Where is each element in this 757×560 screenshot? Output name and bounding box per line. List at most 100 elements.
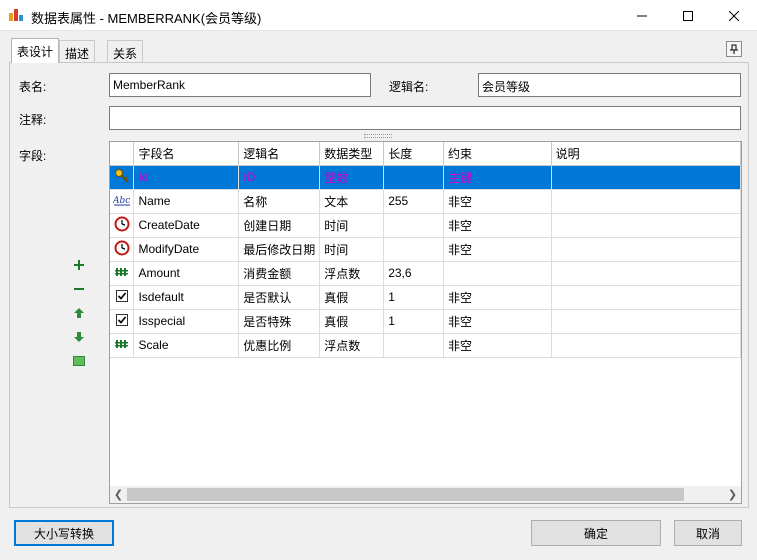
logical-name-cell[interactable]: 消费金额 (238, 261, 321, 286)
logical-name-cell[interactable]: ID (238, 165, 321, 190)
data-type-cell[interactable]: 时间 (319, 213, 385, 238)
constraint-cell[interactable] (443, 261, 552, 286)
logical-name-cell[interactable]: 是否特殊 (238, 309, 321, 334)
column-header-length[interactable]: 长度 (383, 142, 445, 166)
data-type-cell[interactable]: 时间 (319, 237, 385, 262)
app-icon (9, 9, 23, 21)
note-cell[interactable] (551, 333, 741, 358)
logical-name-cell[interactable]: 最后修改日期 (238, 237, 321, 262)
field-name-cell[interactable]: Isdefault (133, 285, 240, 310)
decimal-type-icon (114, 339, 128, 348)
tab-relations[interactable]: 关系 (107, 40, 144, 62)
field-name-cell[interactable]: Name (133, 189, 240, 214)
maximize-button[interactable] (665, 0, 711, 31)
table-row[interactable]: Isspecial 是否特殊 真假 1 非空 (110, 309, 741, 334)
tab-table-design[interactable]: 表设计 (11, 38, 60, 63)
field-name-cell[interactable]: Isspecial (133, 309, 240, 334)
constraint-cell[interactable]: 非空 (443, 333, 552, 358)
field-name-cell[interactable]: CreateDate (133, 213, 240, 238)
table-row[interactable]: Amount 消费金额 浮点数 23,6 (110, 261, 741, 286)
field-name-cell[interactable]: Scale (133, 333, 240, 358)
comment-field[interactable] (109, 106, 741, 130)
row-icon-cell (110, 285, 135, 310)
table-name-field[interactable]: MemberRank (109, 73, 371, 97)
note-cell[interactable] (551, 309, 741, 334)
logical-name-cell[interactable]: 创建日期 (238, 213, 321, 238)
constraint-cell[interactable]: 非空 (443, 237, 552, 262)
cancel-button[interactable]: 取消 (674, 520, 742, 546)
data-type-cell[interactable]: 浮点数 (319, 333, 385, 358)
horizontal-scrollbar[interactable]: ❮ ❯ (110, 486, 741, 503)
constraint-cell[interactable]: 非空 (443, 285, 552, 310)
scroll-right-icon[interactable]: ❯ (724, 486, 741, 503)
table-row[interactable]: ModifyDate 最后修改日期 时间 非空 (110, 237, 741, 262)
add-field-button[interactable] (72, 258, 86, 272)
table-row[interactable]: CreateDate 创建日期 时间 非空 (110, 213, 741, 238)
logical-name-field[interactable]: 会员等级 (478, 73, 741, 97)
close-button[interactable] (711, 0, 757, 31)
constraint-cell[interactable]: 非空 (443, 309, 552, 334)
length-cell[interactable] (383, 237, 445, 262)
table-row[interactable]: Scale 优惠比例 浮点数 非空 (110, 333, 741, 358)
table-row[interactable]: Abc Name 名称 文本 255 非空 (110, 189, 741, 214)
note-cell[interactable] (551, 285, 741, 310)
table-row[interactable]: Id ID 整数 主键 (110, 165, 741, 190)
checkbox-icon (115, 313, 128, 326)
checkbox-icon (115, 289, 128, 302)
window-title: 数据表属性 - MEMBERRANK(会员等级) (31, 11, 262, 26)
data-type-cell[interactable]: 真假 (319, 285, 385, 310)
text-type-icon: Abc (112, 196, 130, 206)
length-cell[interactable]: 1 (383, 309, 445, 334)
scrollbar-thumb[interactable] (127, 488, 684, 501)
constraint-cell[interactable]: 非空 (443, 189, 552, 214)
length-cell[interactable]: 1 (383, 285, 445, 310)
minimize-button[interactable] (619, 0, 665, 31)
field-name-cell[interactable]: ModifyDate (133, 237, 240, 262)
grid-header-row: 字段名 逻辑名 数据类型 长度 约束 说明 (110, 142, 741, 166)
case-convert-button[interactable]: 大小写转换 (14, 520, 114, 546)
column-header-note[interactable]: 说明 (551, 142, 741, 166)
length-cell[interactable] (383, 333, 445, 358)
logical-name-cell[interactable]: 名称 (238, 189, 321, 214)
column-header-logical-name[interactable]: 逻辑名 (238, 142, 321, 166)
fields-label: 字段: (19, 149, 47, 163)
data-type-cell[interactable]: 整数 (319, 165, 385, 190)
comment-label: 注释: (19, 113, 47, 127)
pin-icon (730, 44, 738, 54)
constraint-cell[interactable]: 主键 (443, 165, 552, 190)
pin-button[interactable] (726, 41, 742, 57)
note-cell[interactable] (551, 261, 741, 286)
table-row[interactable]: Isdefault 是否默认 真假 1 非空 (110, 285, 741, 310)
logical-name-cell[interactable]: 优惠比例 (238, 333, 321, 358)
data-type-cell[interactable]: 文本 (319, 189, 385, 214)
row-icon-cell: Abc (110, 189, 135, 214)
field-name-cell[interactable]: Id (133, 165, 240, 190)
splitter-handle[interactable] (364, 134, 392, 138)
ok-button[interactable]: 确定 (531, 520, 661, 546)
data-type-cell[interactable]: 浮点数 (319, 261, 385, 286)
note-cell[interactable] (551, 213, 741, 238)
length-cell[interactable]: 255 (383, 189, 445, 214)
constraint-cell[interactable]: 非空 (443, 213, 552, 238)
field-name-cell[interactable]: Amount (133, 261, 240, 286)
column-header-field-name[interactable]: 字段名 (133, 142, 240, 166)
field-options-button[interactable] (72, 354, 86, 368)
length-cell[interactable]: 23,6 (383, 261, 445, 286)
logical-name-cell[interactable]: 是否默认 (238, 285, 321, 310)
fields-grid[interactable]: 字段名 逻辑名 数据类型 长度 约束 说明 Id ID 整数 主键 Abc Na… (109, 141, 742, 504)
column-header-constraint[interactable]: 约束 (443, 142, 552, 166)
row-icon-cell (110, 213, 135, 238)
move-down-button[interactable] (72, 330, 86, 344)
note-cell[interactable] (551, 165, 741, 190)
length-cell[interactable] (383, 213, 445, 238)
move-up-button[interactable] (72, 306, 86, 320)
length-cell[interactable] (383, 165, 445, 190)
data-type-cell[interactable]: 真假 (319, 309, 385, 334)
row-icon-cell (110, 309, 135, 334)
remove-field-button[interactable] (72, 282, 86, 296)
note-cell[interactable] (551, 237, 741, 262)
scroll-left-icon[interactable]: ❮ (110, 486, 127, 503)
column-header-data-type[interactable]: 数据类型 (319, 142, 385, 166)
note-cell[interactable] (551, 189, 741, 214)
tab-description[interactable]: 描述 (59, 40, 96, 62)
